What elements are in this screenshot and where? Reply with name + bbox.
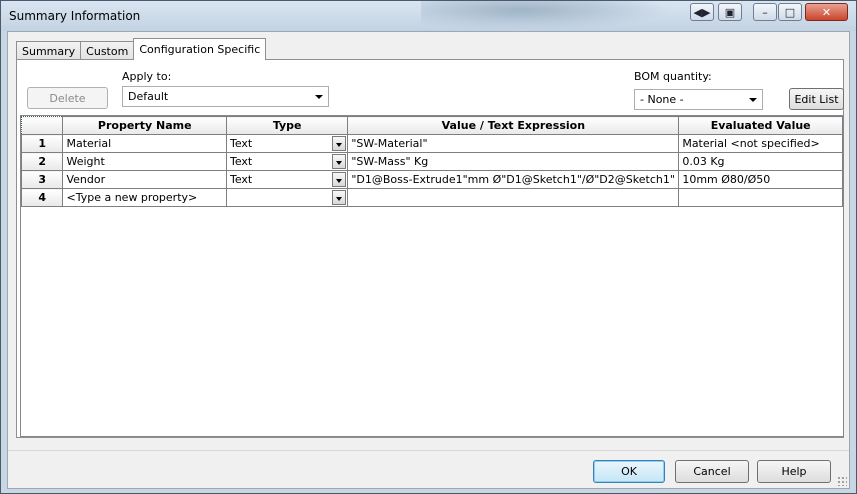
- select-all-corner[interactable]: [20, 116, 64, 135]
- value-expression-cell[interactable]: "D1@Boss-Extrude1"mm Ø"D1@Sketch1"/Ø"D2@…: [347, 170, 680, 189]
- bom-quantity-label: BOM quantity:: [634, 70, 712, 83]
- table-row-new: 4 <Type a new property>: [20, 188, 843, 207]
- bom-quantity-select[interactable]: - None -: [634, 89, 763, 110]
- dialog-client-area: Summary Custom Configuration Specific De…: [7, 31, 850, 489]
- help-button[interactable]: Help: [757, 460, 831, 483]
- dropdown-arrow-icon[interactable]: [332, 190, 347, 205]
- apply-to-value: Default: [128, 90, 169, 103]
- column-header-value-expression[interactable]: Value / Text Expression: [347, 116, 680, 135]
- edit-list-button[interactable]: Edit List: [789, 88, 844, 110]
- footer-separator: [8, 450, 849, 451]
- close-icon[interactable]: ✕: [805, 3, 848, 21]
- column-header-property-name[interactable]: Property Name: [62, 116, 227, 135]
- pin-icon[interactable]: ▣: [718, 3, 742, 21]
- apply-to-select[interactable]: Default: [122, 86, 329, 107]
- row-number[interactable]: 4: [20, 188, 64, 207]
- minimize-icon[interactable]: –: [753, 3, 777, 21]
- property-name-cell[interactable]: Material: [62, 134, 227, 153]
- title-bar-glass: [421, 1, 671, 31]
- type-value: Text: [229, 137, 253, 150]
- evaluated-value-cell: Material <not specified>: [678, 134, 843, 153]
- value-expression-cell[interactable]: "SW-Material": [347, 134, 680, 153]
- property-name-cell[interactable]: Weight: [62, 152, 227, 171]
- new-property-name-cell[interactable]: <Type a new property>: [62, 188, 227, 207]
- type-cell[interactable]: Text: [225, 170, 349, 189]
- type-value: Text: [229, 155, 253, 168]
- tab-configuration-specific[interactable]: Configuration Specific: [133, 38, 267, 60]
- value-expression-cell[interactable]: [347, 188, 680, 207]
- row-number[interactable]: 3: [20, 170, 64, 189]
- dropdown-arrow-icon[interactable]: [332, 154, 347, 169]
- type-cell[interactable]: Text: [225, 152, 349, 171]
- window-title: Summary Information: [9, 9, 141, 23]
- custom-properties-grid: Property Name Type Value / Text Expressi…: [20, 115, 844, 437]
- tab-summary[interactable]: Summary: [16, 41, 82, 60]
- row-number[interactable]: 1: [20, 134, 64, 153]
- chevron-down-icon: [315, 94, 323, 99]
- tab-custom[interactable]: Custom: [80, 41, 135, 60]
- maximize-icon[interactable]: □: [778, 3, 802, 21]
- table-row: 2 Weight Text "SW-Mass" Kg 0.03 Kg: [20, 152, 843, 171]
- row-number[interactable]: 2: [20, 152, 64, 171]
- value-expression-cell[interactable]: "SW-Mass" Kg: [347, 152, 680, 171]
- resize-grip-icon[interactable]: [837, 476, 847, 486]
- type-cell[interactable]: Text: [225, 134, 349, 153]
- configuration-specific-panel: Delete Apply to: Default BOM quantity: -…: [16, 59, 844, 438]
- title-bar[interactable]: Summary Information ◀▶ ▣ – □ ✕: [1, 1, 856, 31]
- type-value: Text: [229, 173, 253, 186]
- column-header-evaluated-value[interactable]: Evaluated Value: [678, 116, 843, 135]
- apply-to-label: Apply to:: [122, 70, 172, 83]
- property-name-cell[interactable]: Vendor: [62, 170, 227, 189]
- dropdown-arrow-icon[interactable]: [332, 172, 347, 187]
- summary-information-dialog: Summary Information ◀▶ ▣ – □ ✕ Summary C…: [0, 0, 857, 494]
- cancel-button[interactable]: Cancel: [675, 460, 749, 483]
- restore-icon[interactable]: ◀▶: [690, 3, 714, 21]
- column-header-type[interactable]: Type: [225, 116, 349, 135]
- evaluated-value-cell: 10mm Ø80/Ø50: [678, 170, 843, 189]
- type-cell[interactable]: [225, 188, 349, 207]
- table-row: 3 Vendor Text "D1@Boss-Extrude1"mm Ø"D1@…: [20, 170, 843, 189]
- chevron-down-icon: [749, 97, 757, 102]
- table-row: 1 Material Text "SW-Material" Material <…: [20, 134, 843, 153]
- dropdown-arrow-icon[interactable]: [332, 136, 347, 151]
- evaluated-value-cell: 0.03 Kg: [678, 152, 843, 171]
- ok-button[interactable]: OK: [593, 460, 665, 483]
- tab-strip: Summary Custom Configuration Specific: [16, 38, 267, 60]
- table-header-row: Property Name Type Value / Text Expressi…: [20, 116, 843, 135]
- properties-table: Property Name Type Value / Text Expressi…: [20, 116, 843, 207]
- evaluated-value-cell: [678, 188, 843, 207]
- delete-button[interactable]: Delete: [27, 87, 108, 109]
- bom-quantity-value: - None -: [640, 93, 684, 106]
